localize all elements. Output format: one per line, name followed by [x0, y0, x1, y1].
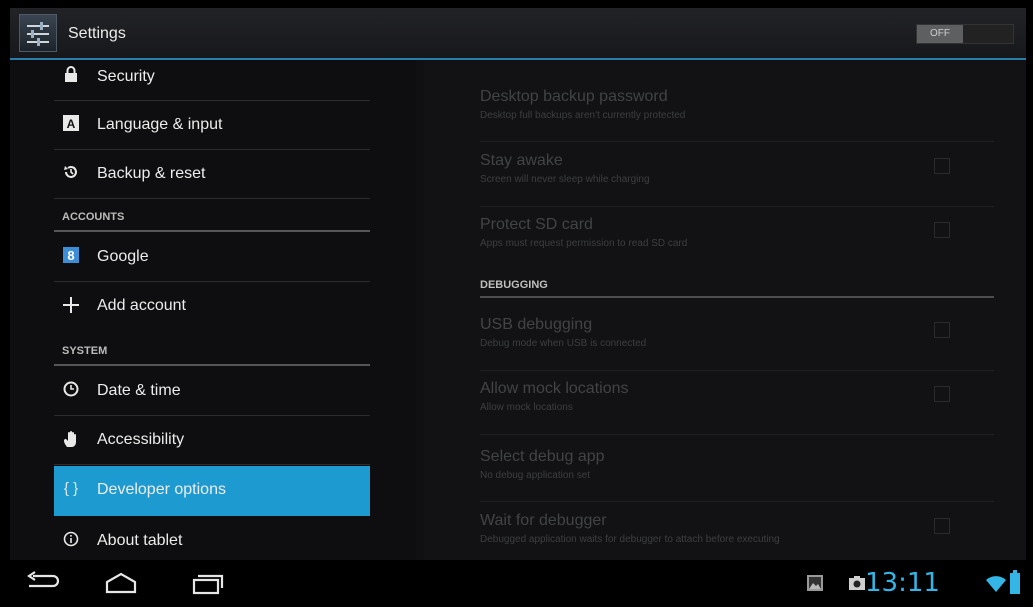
settings-item-label: Developer options [97, 481, 226, 498]
settings-item-label: Add account [97, 297, 186, 314]
developer-options-toggle[interactable]: OFF [916, 24, 1014, 44]
pref-divider [480, 206, 994, 207]
home-icon[interactable] [101, 568, 141, 598]
settings-item-language[interactable]: A Language & input [54, 101, 370, 150]
settings-item-label: Accessibility [97, 431, 185, 448]
wait-for-debugger-checkbox[interactable] [934, 518, 950, 534]
settings-item-date-time[interactable]: Date & time [54, 367, 370, 416]
settings-screen: Settings OFF Security A Language & input… [10, 8, 1026, 560]
wifi-icon [985, 572, 1007, 594]
pref-title: Stay awake [480, 152, 563, 169]
pref-summary: Desktop full backups aren't currently pr… [480, 110, 686, 121]
accounts-divider [54, 230, 370, 232]
pref-divider [480, 141, 994, 142]
pref-summary: Debugged application waits for debugger … [480, 534, 780, 545]
backup-icon [62, 164, 80, 182]
braces-icon: { } [63, 480, 79, 497]
camera-notification-icon[interactable] [848, 575, 866, 591]
pref-title: Allow mock locations [480, 380, 629, 397]
settings-item-label: Language & input [97, 116, 223, 133]
settings-item-security[interactable]: Security [54, 60, 370, 101]
pref-title: Desktop backup password [480, 88, 668, 105]
settings-item-label: Security [97, 68, 155, 85]
stay-awake-checkbox[interactable] [934, 158, 950, 174]
info-icon [62, 531, 80, 549]
settings-item-developer-options[interactable]: { } Developer options [54, 466, 370, 516]
battery-icon [1010, 570, 1020, 594]
settings-item-accessibility[interactable]: Accessibility [54, 416, 370, 465]
pref-summary: Screen will never sleep while charging [480, 174, 650, 185]
back-icon[interactable] [23, 568, 63, 598]
recents-icon[interactable] [188, 568, 228, 598]
pref-divider [480, 370, 994, 371]
lock-icon [62, 66, 80, 84]
settings-item-label: Google [97, 248, 149, 265]
mock-locations-checkbox[interactable] [934, 386, 950, 402]
hand-icon [62, 430, 80, 448]
settings-item-label: Date & time [97, 382, 181, 399]
toggle-off-label: OFF [917, 25, 963, 43]
language-icon: A [62, 115, 80, 133]
pref-summary: No debug application set [480, 470, 591, 481]
pref-divider [480, 434, 994, 435]
pref-summary: Apps must request permission to read SD … [480, 238, 688, 249]
pref-summary: Allow mock locations [480, 402, 573, 413]
protect-sd-card-checkbox[interactable] [934, 222, 950, 238]
clock-icon [62, 381, 80, 399]
settings-item-add-account[interactable]: Add account [54, 282, 370, 330]
settings-item-label: Backup & reset [97, 165, 206, 182]
google-icon: 8 [62, 247, 80, 265]
debugging-header: DEBUGGING [480, 279, 548, 291]
pref-title: Protect SD card [480, 216, 593, 233]
svg-text:A: A [67, 117, 76, 131]
pref-title: USB debugging [480, 316, 593, 333]
settings-app-icon[interactable] [19, 14, 57, 52]
app-title: Settings [68, 25, 126, 42]
pref-divider [480, 501, 994, 502]
system-header: SYSTEM [62, 345, 108, 357]
accounts-header: ACCOUNTS [62, 211, 125, 223]
debugging-divider [480, 296, 994, 298]
pref-summary: Debug mode when USB is connected [480, 338, 647, 349]
system-divider [54, 364, 370, 366]
usb-debugging-checkbox[interactable] [934, 322, 950, 338]
settings-item-google[interactable]: 8 Google [54, 233, 370, 282]
action-bar: Settings OFF [10, 8, 1026, 60]
add-icon [62, 296, 80, 314]
pref-title: Select debug app [480, 448, 605, 465]
system-navigation-bar: 13:11 [0, 560, 1033, 607]
settings-item-backup-reset[interactable]: Backup & reset [54, 150, 370, 199]
svg-text:8: 8 [67, 248, 74, 263]
gallery-notification-icon[interactable] [806, 574, 824, 592]
status-clock: 13:11 [865, 568, 940, 598]
settings-category-list: Security A Language & input Backup & res… [10, 60, 416, 560]
developer-options-panel: Desktop backup password Desktop full bac… [424, 60, 1026, 560]
pref-title: Wait for debugger [480, 512, 607, 529]
settings-item-label: About tablet [97, 532, 183, 549]
settings-item-about-tablet[interactable]: About tablet [54, 517, 370, 565]
